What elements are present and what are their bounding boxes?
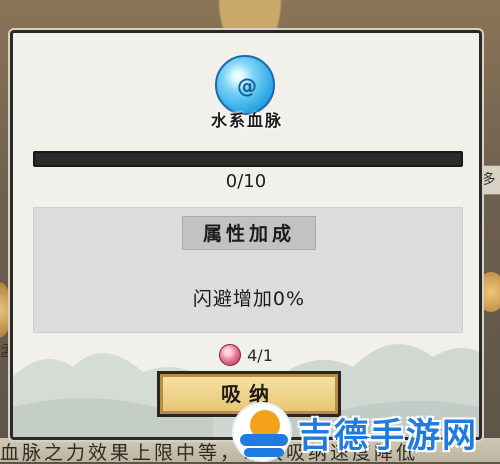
attribute-bonus-title: 属性加成 (182, 216, 316, 250)
progress-text: 0/10 (225, 171, 267, 192)
attribute-bonus-box: 属性加成 闪避增加0% (33, 207, 463, 333)
bloodline-name: 水系血脉 (210, 111, 283, 130)
bloodline-progress-bar (33, 151, 463, 167)
cost-text: 4/1 (247, 345, 273, 365)
watermark-logo-icon (232, 402, 292, 462)
dodge-bonus-value: 闪避增加0% (192, 288, 306, 310)
absorb-cost-row: 4/1 (13, 342, 479, 368)
pink-gem-icon (219, 344, 242, 366)
site-watermark: 吉德手游网 (232, 400, 500, 464)
swirl-icon: @ (237, 74, 257, 98)
watermark-text: 吉德手游网 (298, 415, 478, 456)
bloodline-panel: @ 水系血脉 0/10 属性加成 闪避增加0% 4/1 吸纳 (10, 30, 482, 440)
water-element-orb-icon: @ (215, 55, 275, 115)
